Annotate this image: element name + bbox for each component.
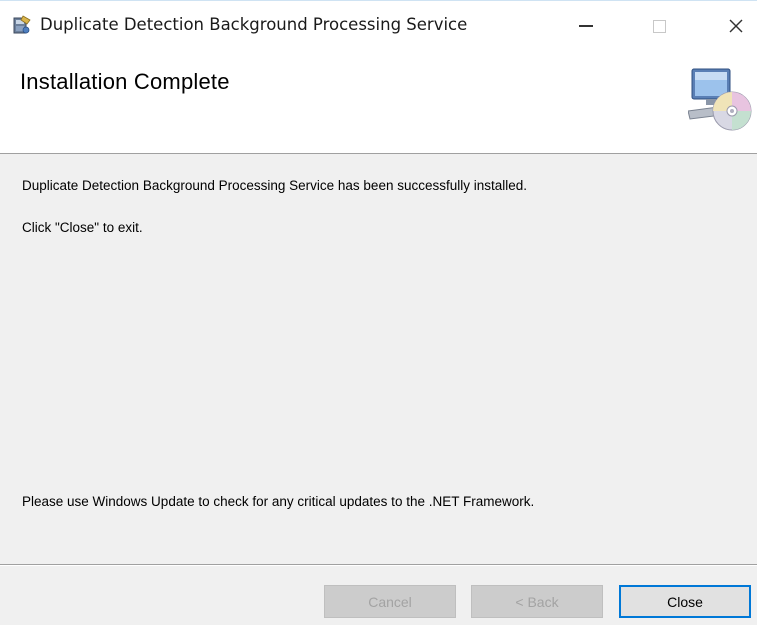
page-title: Installation Complete (20, 69, 230, 94)
close-window-button[interactable] (713, 9, 757, 43)
title-bar[interactable]: Duplicate Detection Background Processin… (0, 1, 757, 51)
close-button[interactable]: Close (619, 585, 751, 618)
back-button[interactable]: < Back (471, 585, 603, 618)
maximize-icon (652, 19, 666, 33)
header-banner: Installation Complete (0, 51, 757, 154)
installer-window: Duplicate Detection Background Processin… (0, 0, 757, 625)
minimize-icon (579, 25, 593, 27)
window-title: Duplicate Detection Background Processin… (40, 15, 468, 34)
installer-package-icon (11, 15, 31, 35)
cancel-button[interactable]: Cancel (324, 585, 456, 618)
button-bar: Cancel < Back Close (0, 564, 757, 625)
computer-cd-icon (687, 67, 752, 133)
maximize-button[interactable] (636, 9, 682, 43)
minimize-button[interactable] (563, 9, 609, 43)
content-panel: Duplicate Detection Background Processin… (0, 154, 757, 564)
update-notice: Please use Windows Update to check for a… (22, 494, 535, 509)
close-icon (729, 19, 743, 33)
exit-instruction: Click "Close" to exit. (22, 220, 143, 235)
success-message: Duplicate Detection Background Processin… (22, 178, 528, 193)
